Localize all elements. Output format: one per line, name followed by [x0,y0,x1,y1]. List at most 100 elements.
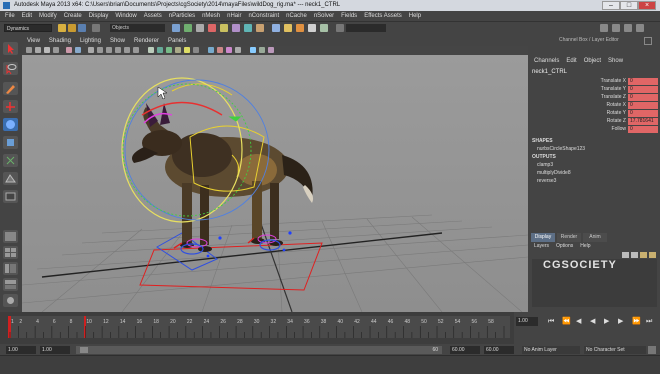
anim-layer-dropdown[interactable]: No Anim Layer [522,346,580,354]
select-by-object-type-icon[interactable] [184,24,192,32]
camera-attributes-icon[interactable] [44,47,50,53]
attr-value-field[interactable]: 0 [628,94,658,101]
menu-ncache[interactable]: nCache [286,13,307,19]
panel-menu-shading[interactable]: Shading [49,38,71,44]
single-perspective-layout-icon[interactable] [3,230,18,243]
step-forward-key-icon[interactable]: ⏩ [632,317,641,327]
four-view-layout-icon[interactable] [3,246,18,259]
panel-menu-renderer[interactable]: Renderer [134,38,159,44]
playback-end-field[interactable]: 60.00 [450,346,480,354]
attr-value-field[interactable]: 17.781641 [628,118,658,125]
playback-start-field[interactable]: 1.00 [40,346,70,354]
film-gate-icon[interactable] [97,47,103,53]
play-forwards-icon[interactable]: ▶ [604,317,609,327]
attr-value-field[interactable]: 0 [628,78,658,85]
paint-select-tool-icon[interactable] [3,82,18,95]
menu-nconstraint[interactable]: nConstraint [248,13,279,19]
shadows-icon[interactable] [193,47,199,53]
attr-row[interactable]: Rotate X0 [529,102,660,109]
snap-grid-icon[interactable] [220,24,228,32]
attr-value-field[interactable]: 0 [628,110,658,117]
persp-graph-layout-icon[interactable] [3,278,18,291]
go-to-start-icon[interactable]: ⏮ [548,317,554,327]
menu-effects-assets[interactable]: Effects Assets [364,13,402,19]
step-back-key-icon[interactable]: ⏪ [562,317,571,327]
cb-menu-channels[interactable]: Channels [534,58,559,64]
close-button[interactable]: × [638,1,656,10]
use-all-lights-icon[interactable] [184,47,190,53]
menu-create[interactable]: Create [64,13,82,19]
snap-point-icon[interactable] [244,24,252,32]
grid-icon[interactable] [88,47,94,53]
snap-curve-icon[interactable] [232,24,240,32]
history-icon[interactable] [272,24,280,32]
menu-window[interactable]: Window [115,13,136,19]
wireframe-on-shaded-icon[interactable] [166,47,172,53]
selection-mask-icon[interactable] [92,24,100,32]
hypershade-persp-layout-icon[interactable] [3,294,18,307]
bookmarks-icon[interactable] [53,47,59,53]
output-node[interactable]: clamp3 [537,162,553,168]
menu-assets[interactable]: Assets [144,13,162,19]
toggle-layer-editor-icon[interactable] [636,24,644,32]
smooth-shade-icon[interactable] [157,47,163,53]
anti-aliasing-icon[interactable] [268,47,274,53]
shape-node[interactable]: nurbsCircleShape123 [537,146,585,152]
persp-outliner-layout-icon[interactable] [3,262,18,275]
scene-canvas[interactable] [22,55,528,312]
x-ray-joints-icon[interactable] [226,47,232,53]
output-node[interactable]: reverse3 [537,178,556,184]
tab-display[interactable]: Display [531,233,555,242]
field-chart-icon[interactable] [124,47,130,53]
menu-nsolver[interactable]: nSolver [314,13,334,19]
menu-help[interactable]: Help [409,13,421,19]
cb-menu-show[interactable]: Show [608,58,623,64]
start-time-field[interactable]: 1.00 [6,346,36,354]
move-layer-down-icon[interactable] [631,252,638,258]
lock-camera-icon[interactable] [35,47,41,53]
scale-tool-icon[interactable] [3,136,18,149]
attr-row[interactable]: Translate X0 [529,78,660,85]
select-by-component-icon[interactable] [196,24,204,32]
attr-row[interactable]: Rotate Y0 [529,110,660,117]
range-handle-start[interactable] [80,347,88,353]
safe-action-icon[interactable] [133,47,139,53]
textured-icon[interactable] [175,47,181,53]
cb-menu-edit[interactable]: Edit [566,58,576,64]
panel-menu-view[interactable]: View [27,38,40,44]
perspective-viewport[interactable] [22,55,528,312]
2d-pan-zoom-icon[interactable] [75,47,81,53]
hypershade-icon[interactable] [320,24,328,32]
open-scene-icon[interactable] [68,24,76,32]
render-settings-icon[interactable] [308,24,316,32]
go-to-end-icon[interactable]: ⏭ [646,317,652,327]
panel-menu-lighting[interactable]: Lighting [80,38,101,44]
menu-fields[interactable]: Fields [341,13,357,19]
minimize-button[interactable]: – [602,1,620,10]
time-slider[interactable]: 1 2 4 6 8 10 12 14 16 18 20 22 24 26 28 30 32 34 36 38 40 42 4… [0,312,514,344]
menu-nmesh[interactable]: nMesh [202,13,220,19]
pick-mask-icon[interactable] [208,24,216,32]
last-tool-icon[interactable] [3,190,18,203]
hq-viewport-icon[interactable] [250,47,256,53]
select-by-hierarchy-icon[interactable] [172,24,180,32]
layer-menu-options[interactable]: Options [556,243,573,249]
toggle-attribute-editor-icon[interactable] [600,24,608,32]
menu-edit[interactable]: Edit [22,13,32,19]
render-icon[interactable] [284,24,292,32]
x-ray-icon[interactable] [217,47,223,53]
attr-value-field[interactable]: 0 [628,86,658,93]
select-tool-icon[interactable] [3,42,18,55]
panel-menu-show[interactable]: Show [110,38,125,44]
selected-object-name[interactable]: neck1_CTRL [532,69,567,75]
wireframe-icon[interactable] [148,47,154,53]
attr-row[interactable]: Translate Y0 [529,86,660,93]
play-backwards-icon[interactable]: ◀ [590,317,595,327]
menu-nhair[interactable]: nHair [227,13,241,19]
auto-key-icon[interactable] [648,346,656,354]
end-time-field[interactable]: 60.00 [484,346,514,354]
channel-box-float-icon[interactable] [644,37,652,45]
rotate-tool-icon[interactable] [3,118,18,131]
snap-surface-icon[interactable] [256,24,264,32]
menu-file[interactable]: File [5,13,15,19]
